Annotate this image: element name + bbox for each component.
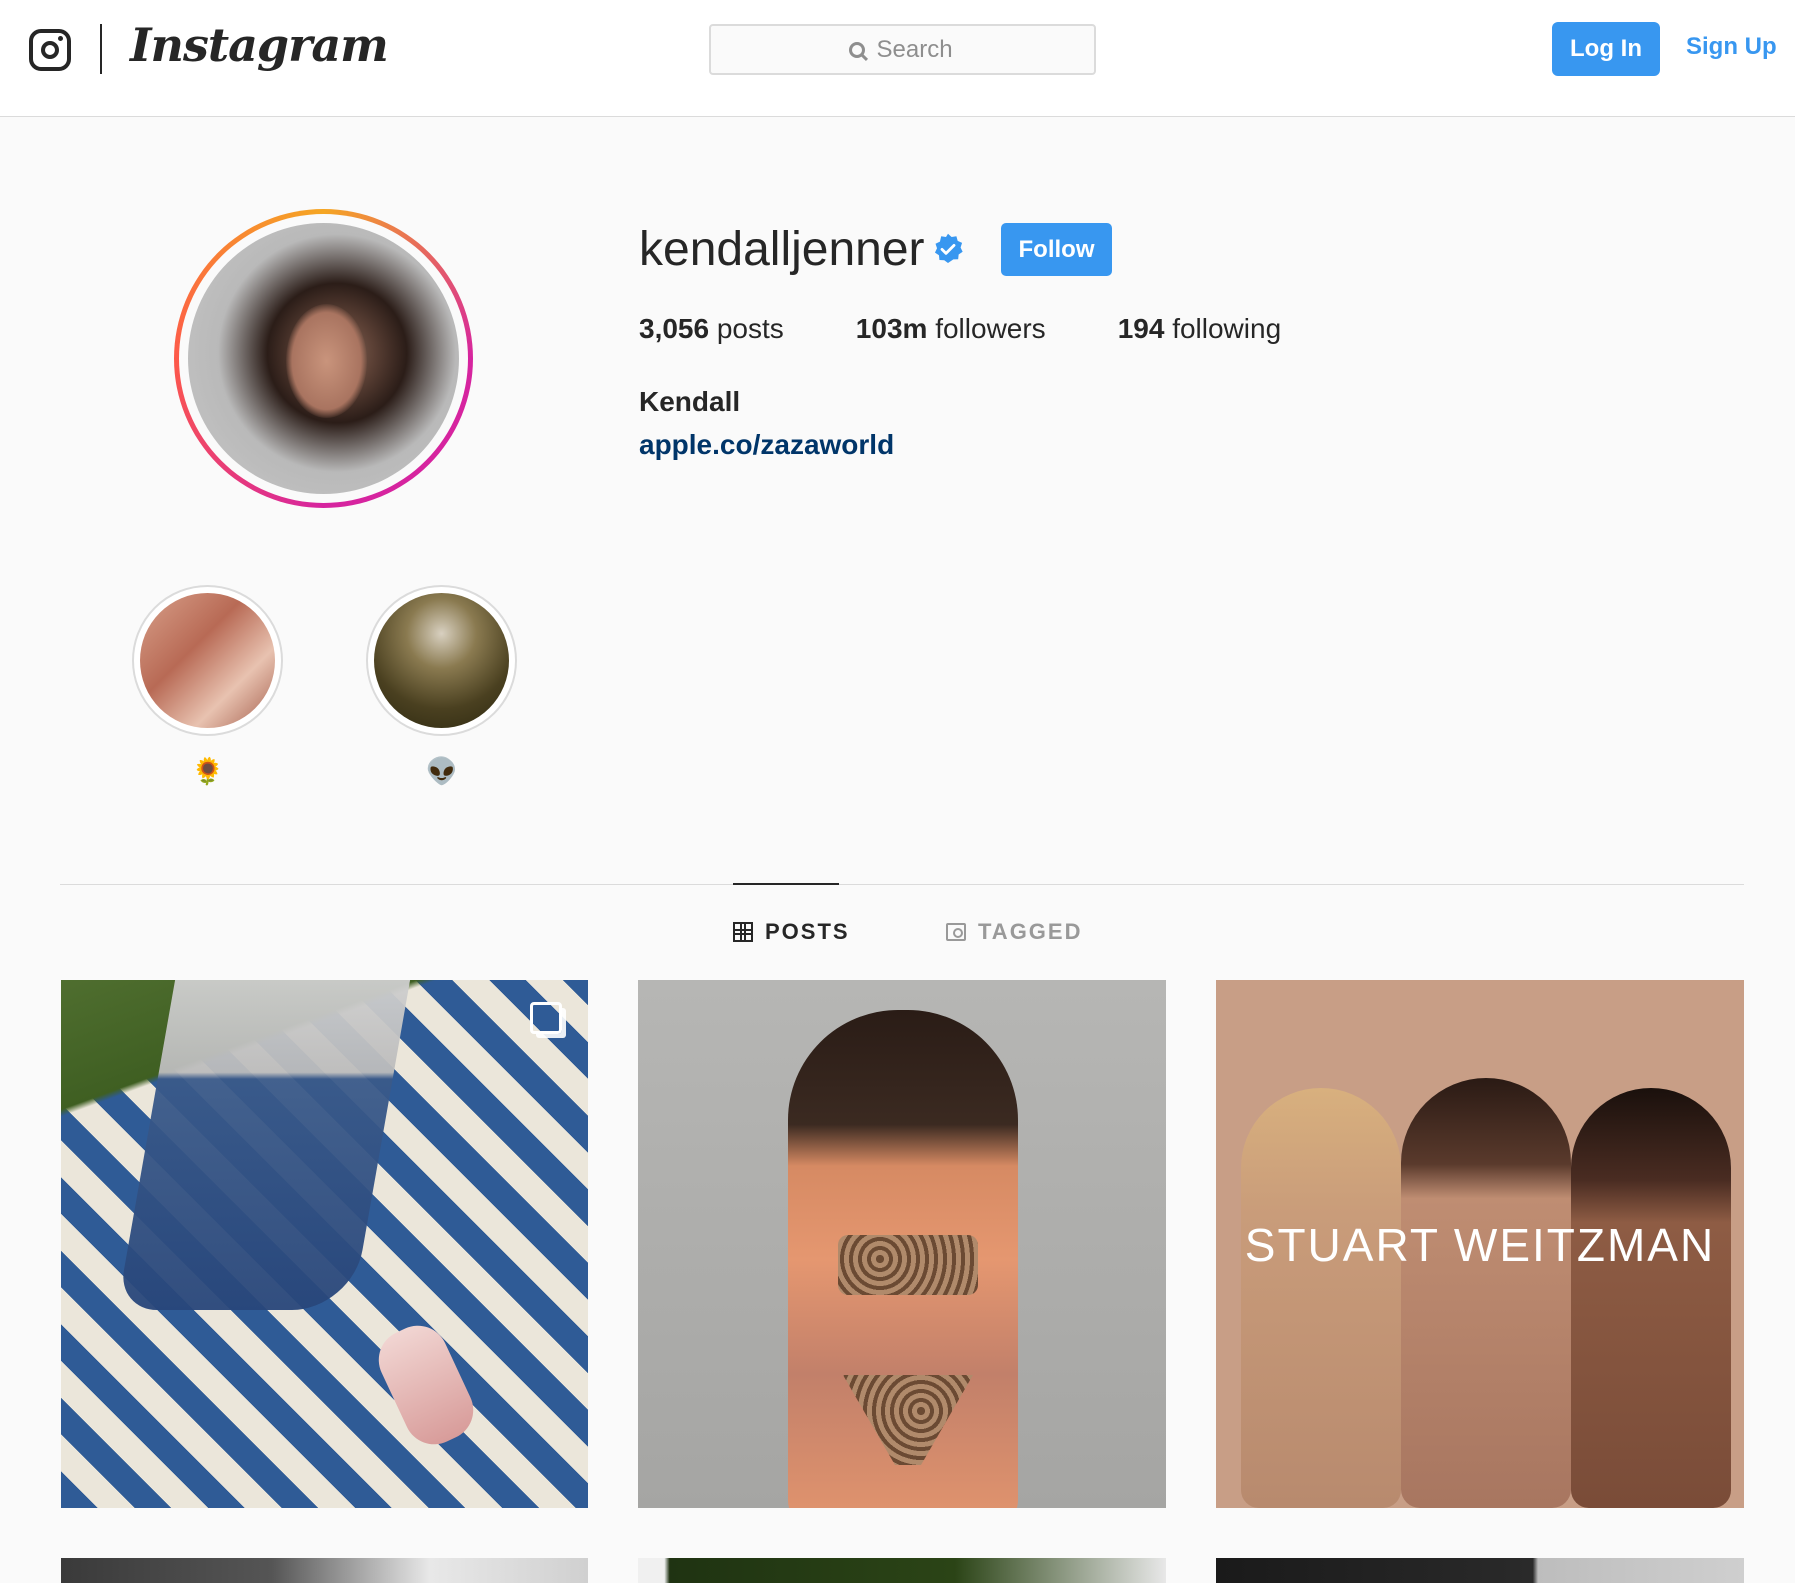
post-overlay-text: STUART WEITZMAN xyxy=(1244,1219,1716,1271)
bio-link[interactable]: apple.co/zazaworld xyxy=(639,429,894,461)
search-box[interactable] xyxy=(709,24,1096,75)
tab-tagged[interactable]: TAGGED xyxy=(946,919,1082,945)
posts-count: 3,056 posts xyxy=(639,313,784,344)
search-input[interactable] xyxy=(876,35,957,64)
profile-full-name: Kendall xyxy=(639,386,741,417)
instagram-camera-icon[interactable] xyxy=(29,29,71,71)
post-image-detail xyxy=(838,1235,978,1295)
follow-button[interactable]: Follow xyxy=(1001,223,1112,276)
post-thumbnail-3[interactable]: STUART WEITZMAN xyxy=(1216,980,1744,1508)
profile-avatar[interactable] xyxy=(174,209,473,508)
profile-username: kendalljenner xyxy=(639,223,925,276)
highlight-cover-image xyxy=(140,593,275,728)
post-thumbnail-5[interactable] xyxy=(638,1558,1166,1583)
post-image-content xyxy=(116,980,411,1310)
following-count[interactable]: 194 following xyxy=(1118,313,1281,345)
verified-badge-icon xyxy=(934,233,963,263)
story-highlight-1[interactable] xyxy=(132,585,283,736)
sign-up-link[interactable]: Sign Up xyxy=(1686,33,1777,61)
story-highlight-2[interactable] xyxy=(366,585,517,736)
post-thumbnail-1[interactable] xyxy=(61,980,588,1508)
active-tab-indicator xyxy=(733,883,839,885)
top-navigation-bar: Instagram Log In Sign Up xyxy=(0,0,1795,117)
tab-posts[interactable]: POSTS xyxy=(733,919,850,945)
post-image-figure xyxy=(1571,1088,1731,1508)
search-icon xyxy=(848,41,865,58)
tagged-icon xyxy=(946,923,966,941)
profile-stats: 3,056 posts 103m followers 194 following xyxy=(639,313,1353,345)
grid-icon xyxy=(733,922,753,942)
highlight-cover-image xyxy=(374,593,509,728)
story-highlight-2-label: 👽 xyxy=(425,756,459,786)
instagram-wordmark-logo[interactable]: Instagram xyxy=(130,18,389,72)
logo-divider xyxy=(100,24,102,74)
tab-tagged-label: TAGGED xyxy=(978,919,1083,944)
multiple-images-icon xyxy=(530,1002,562,1034)
post-thumbnail-2[interactable] xyxy=(638,980,1166,1508)
tab-posts-label: POSTS xyxy=(765,919,850,944)
post-image-detail xyxy=(368,1315,484,1455)
post-thumbnail-4[interactable] xyxy=(61,1558,588,1583)
followers-count[interactable]: 103m followers xyxy=(856,313,1046,345)
profile-photo xyxy=(188,223,459,494)
story-highlight-1-label: 🌻 xyxy=(191,756,225,786)
log-in-button[interactable]: Log In xyxy=(1552,22,1660,76)
post-image-figure xyxy=(1401,1078,1571,1508)
post-image-figure xyxy=(1241,1088,1401,1508)
post-thumbnail-6[interactable] xyxy=(1216,1558,1744,1583)
tabs-divider xyxy=(60,884,1744,885)
